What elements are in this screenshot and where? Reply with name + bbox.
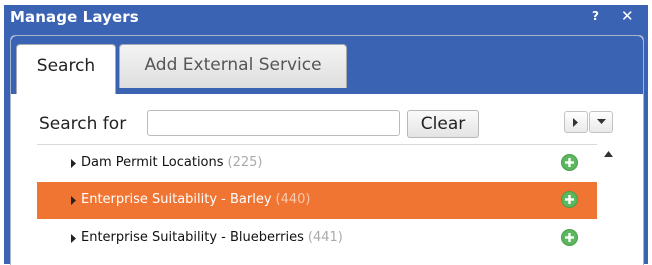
caret-right-icon [573,118,578,127]
layer-count: (440) [275,192,311,207]
layer-count: (225) [227,155,263,170]
menu-down-button[interactable] [589,111,613,133]
layer-name: Dam Permit Locations (225) [81,155,263,170]
vertical-scrollbar[interactable] [601,144,617,265]
dialog-title: Manage Layers [10,8,139,26]
tab-strip: Search Add External Service [11,36,643,94]
layer-name: Enterprise Suitability - Blueberries (441… [81,230,343,245]
layer-name: Enterprise Suitability - Barley (440) [81,192,311,207]
dialog-content: Search Add External Service Search for C… [10,35,644,265]
list-item[interactable]: Enterprise Suitability - Blueberries (441… [37,220,597,257]
list-item[interactable]: Enterprise Suitability - Barley (440) [37,182,597,219]
help-button[interactable]: ? [592,9,599,23]
clear-button[interactable]: Clear [407,110,479,138]
caret-right-icon[interactable] [71,234,77,243]
search-row: Search for Clear [11,94,643,144]
search-input[interactable] [147,110,400,136]
menu-right-button[interactable] [564,111,588,133]
caret-down-icon [597,119,606,124]
add-circle-icon[interactable] [561,154,578,171]
title-bar[interactable]: Manage Layers ? ✕ [4,5,648,30]
list-item[interactable]: Dam Permit Locations (225) [37,145,597,182]
caret-right-icon[interactable] [71,159,77,168]
add-circle-icon[interactable] [561,191,578,208]
caret-right-icon[interactable] [71,196,77,205]
tab-search[interactable]: Search [16,44,116,94]
layer-list: Dam Permit Locations (225) Enterprise Sui… [37,144,597,265]
close-button[interactable]: ✕ [621,7,634,25]
tab-add-external-service[interactable]: Add External Service [119,44,347,88]
add-circle-icon[interactable] [561,229,578,246]
layer-count: (441) [307,230,343,245]
manage-layers-dialog: Manage Layers ? ✕ Search Add External Se… [4,5,648,265]
search-label: Search for [39,114,127,134]
scroll-up-arrow-icon[interactable] [604,151,613,157]
